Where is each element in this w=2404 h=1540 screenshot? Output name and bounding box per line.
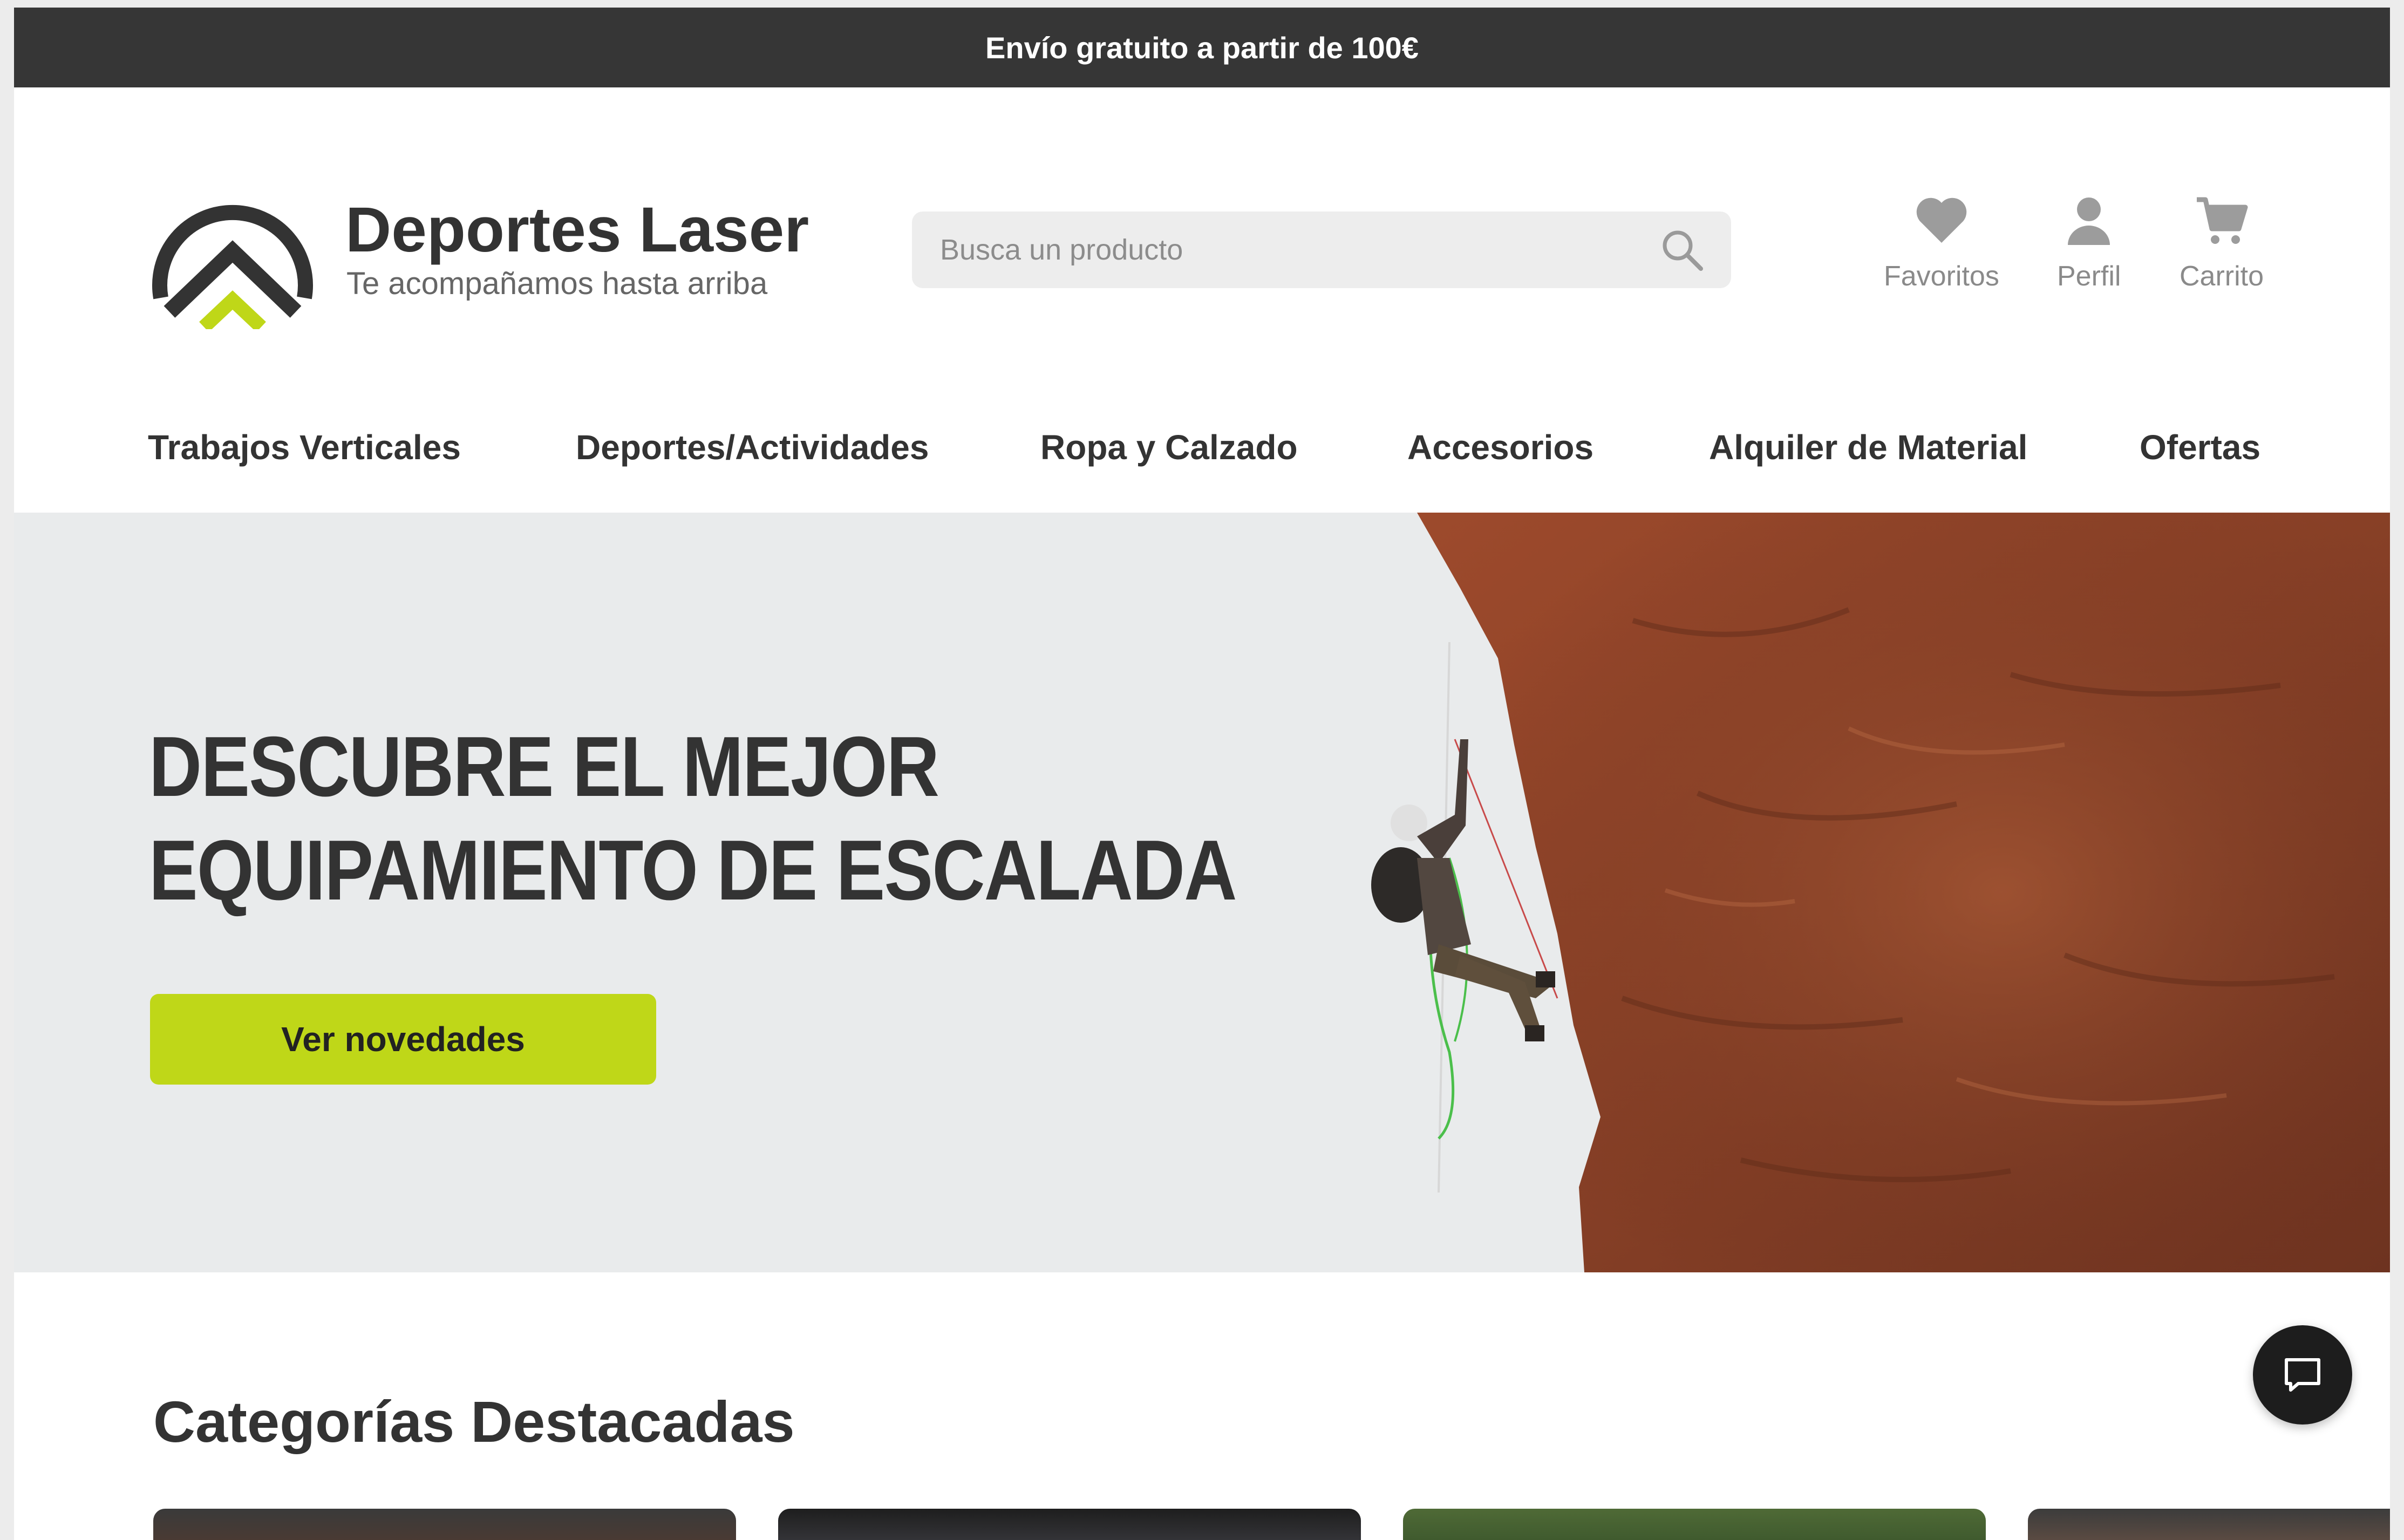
ver-novedades-button[interactable]: Ver novedades: [150, 994, 656, 1085]
hero-banner: DESCUBRE EL MEJOR EQUIPAMIENTO DE ESCALA…: [14, 513, 2390, 1272]
cart-icon: [2197, 197, 2248, 244]
hero-title-line-2: EQUIPAMIENTO DE ESCALADA: [149, 823, 1237, 918]
chat-bubble-icon: [2285, 1358, 2320, 1392]
featured-categories-title: Categorías Destacadas: [153, 1389, 795, 1454]
cart-button[interactable]: Carrito: [2180, 195, 2264, 292]
favorites-label: Favoritos: [1884, 261, 1999, 292]
nav-item-alquiler-material[interactable]: Alquiler de Material: [1709, 427, 2027, 467]
category-card-2[interactable]: [778, 1509, 1361, 1540]
profile-button[interactable]: Perfil: [2057, 195, 2121, 292]
category-card-3[interactable]: [1403, 1509, 1986, 1540]
nav-item-accesorios[interactable]: Accesorios: [1407, 427, 1593, 467]
nav-item-trabajos-verticales[interactable]: Trabajos Verticales: [148, 427, 461, 467]
search-bar[interactable]: [912, 212, 1731, 288]
search-input[interactable]: [939, 233, 1660, 267]
cart-label: Carrito: [2180, 261, 2264, 292]
profile-label: Perfil: [2057, 261, 2121, 292]
shipping-banner: Envío gratuito a partir de 100€: [14, 8, 2390, 87]
hero-title-line-1: DESCUBRE EL MEJOR: [149, 719, 939, 814]
site-header: Deportes Laser Te acompañamos hasta arri…: [14, 87, 2390, 520]
page: Envío gratuito a partir de 100€ Deportes…: [14, 8, 2390, 1540]
category-card-1[interactable]: [153, 1509, 736, 1540]
shipping-banner-text: Envío gratuito a partir de 100€: [985, 30, 1419, 65]
heart-icon: [1916, 197, 1967, 243]
category-card-4[interactable]: [2028, 1509, 2390, 1540]
main-nav: Trabajos Verticales Deportes/Actividades…: [14, 427, 2390, 481]
climber-on-red-rock-face-image: [1371, 513, 2390, 1272]
user-icon: [2068, 197, 2110, 245]
brand-tagline: Te acompañamos hasta arriba: [346, 266, 768, 301]
chat-button[interactable]: [2253, 1325, 2352, 1425]
hero-title: DESCUBRE EL MEJOR EQUIPAMIENTO DE ESCALA…: [149, 715, 1237, 922]
favorites-button[interactable]: Favoritos: [1884, 195, 1999, 292]
nav-item-ropa-calzado[interactable]: Ropa y Calzado: [1040, 427, 1298, 467]
mountain-peak-logo-icon[interactable]: [149, 173, 316, 329]
nav-item-deportes-actividades[interactable]: Deportes/Actividades: [576, 427, 929, 467]
nav-item-ofertas[interactable]: Ofertas: [2140, 427, 2260, 467]
search-icon[interactable]: [1660, 228, 1704, 272]
brand-name[interactable]: Deportes Laser: [345, 193, 809, 267]
